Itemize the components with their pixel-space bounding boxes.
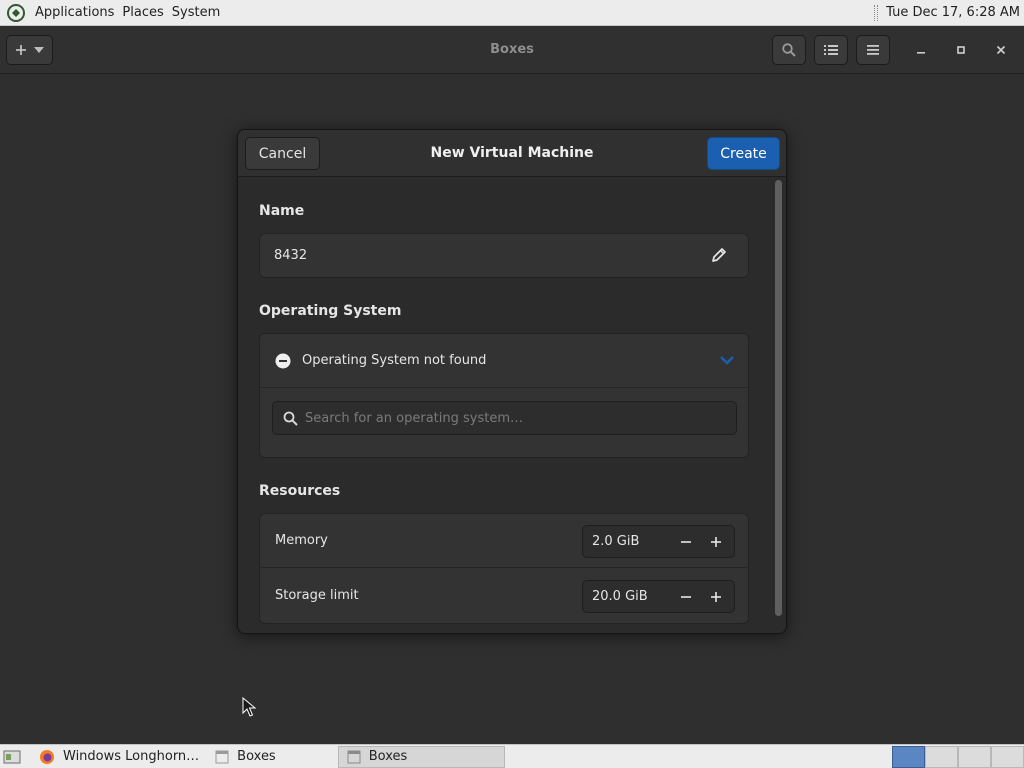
storage-spinbutton[interactable]: 20.0 GiB	[582, 580, 735, 613]
main-menu-button[interactable]	[856, 35, 890, 65]
clock[interactable]: Tue Dec 17, 6:28 AM	[886, 5, 1020, 20]
os-card: Operating System not found Search for an…	[259, 333, 749, 458]
storage-row: Storage limit 20.0 GiB	[260, 569, 748, 623]
top-panel: Applications Places System Tue Dec 17, 6…	[0, 0, 1024, 26]
memory-decrease-button[interactable]	[671, 526, 701, 557]
show-desktop-button[interactable]	[1, 746, 23, 768]
os-selector-row[interactable]: Operating System not found	[260, 334, 748, 388]
os-heading: Operating System	[259, 303, 402, 319]
name-field[interactable]: 8432	[259, 233, 749, 278]
task-label: Boxes	[237, 749, 276, 764]
system-menu[interactable]: System	[168, 0, 224, 26]
places-menu[interactable]: Places	[118, 0, 167, 26]
dialog-scrollbar[interactable]	[775, 180, 782, 616]
taskbar-item-boxes-active[interactable]: Boxes	[337, 745, 505, 768]
name-heading: Name	[259, 203, 305, 219]
storage-label: Storage limit	[275, 588, 359, 603]
maximize-button[interactable]	[952, 41, 970, 59]
create-button[interactable]: Create	[707, 137, 780, 170]
panel-handle[interactable]	[874, 4, 879, 21]
window-icon	[347, 750, 361, 763]
memory-value[interactable]: 2.0 GiB	[592, 534, 639, 549]
workspace-4[interactable]	[991, 746, 1024, 768]
resources-card: Memory 2.0 GiB Storage limit 20.0 GiB	[259, 513, 749, 624]
search-button[interactable]	[772, 35, 806, 65]
dialog-title: New Virtual Machine	[430, 145, 594, 161]
storage-increase-button[interactable]	[701, 581, 731, 612]
distro-logo-icon[interactable]	[6, 3, 26, 23]
applications-menu[interactable]: Applications	[31, 0, 118, 26]
firefox-icon	[40, 749, 54, 764]
show-desktop-icon	[3, 750, 21, 763]
boxes-headerbar: Boxes	[0, 27, 1024, 74]
memory-spinbutton[interactable]: 2.0 GiB	[582, 525, 735, 558]
task-label: Windows Longhorn…	[63, 749, 200, 764]
minimize-icon	[917, 52, 925, 54]
close-icon	[996, 45, 1006, 55]
taskbar-item-boxes[interactable]: Boxes	[207, 746, 284, 768]
name-value[interactable]: 8432	[274, 248, 307, 263]
close-button[interactable]	[992, 41, 1010, 59]
storage-decrease-button[interactable]	[671, 581, 701, 612]
minus-icon	[681, 540, 691, 543]
not-found-icon	[275, 353, 291, 369]
os-search-placeholder: Search for an operating system…	[305, 411, 523, 426]
os-search-input[interactable]: Search for an operating system…	[272, 401, 737, 435]
taskbar-item-firefox[interactable]: Windows Longhorn…	[31, 746, 207, 768]
list-view-icon	[824, 45, 838, 55]
memory-label: Memory	[275, 533, 328, 548]
resources-heading: Resources	[259, 483, 341, 499]
workspace-3[interactable]	[958, 746, 991, 768]
window-icon	[215, 750, 229, 763]
dialog-header: Cancel New Virtual Machine Create	[238, 130, 786, 177]
os-status-label: Operating System not found	[302, 353, 487, 368]
storage-value[interactable]: 20.0 GiB	[592, 589, 648, 604]
plus-icon	[711, 591, 721, 602]
chevron-down-icon[interactable]	[720, 355, 734, 365]
workspace-2[interactable]	[925, 746, 958, 768]
plus-icon	[711, 536, 721, 547]
maximize-icon	[957, 46, 965, 54]
mouse-pointer-icon	[242, 697, 256, 717]
list-view-button[interactable]	[814, 35, 848, 65]
search-icon	[283, 411, 298, 426]
search-icon	[782, 43, 796, 57]
minimize-button[interactable]	[912, 41, 930, 59]
new-vm-dialog: Cancel New Virtual Machine Create Name 8…	[237, 129, 787, 634]
workspace-1[interactable]	[892, 746, 925, 768]
memory-row: Memory 2.0 GiB	[260, 514, 748, 568]
menu-icon	[867, 45, 879, 55]
bottom-taskbar: Windows Longhorn… Boxes Boxes	[0, 744, 1024, 768]
task-label: Boxes	[368, 749, 408, 764]
edit-pencil-icon[interactable]	[710, 246, 728, 264]
minus-icon	[681, 595, 691, 598]
memory-increase-button[interactable]	[701, 526, 731, 557]
